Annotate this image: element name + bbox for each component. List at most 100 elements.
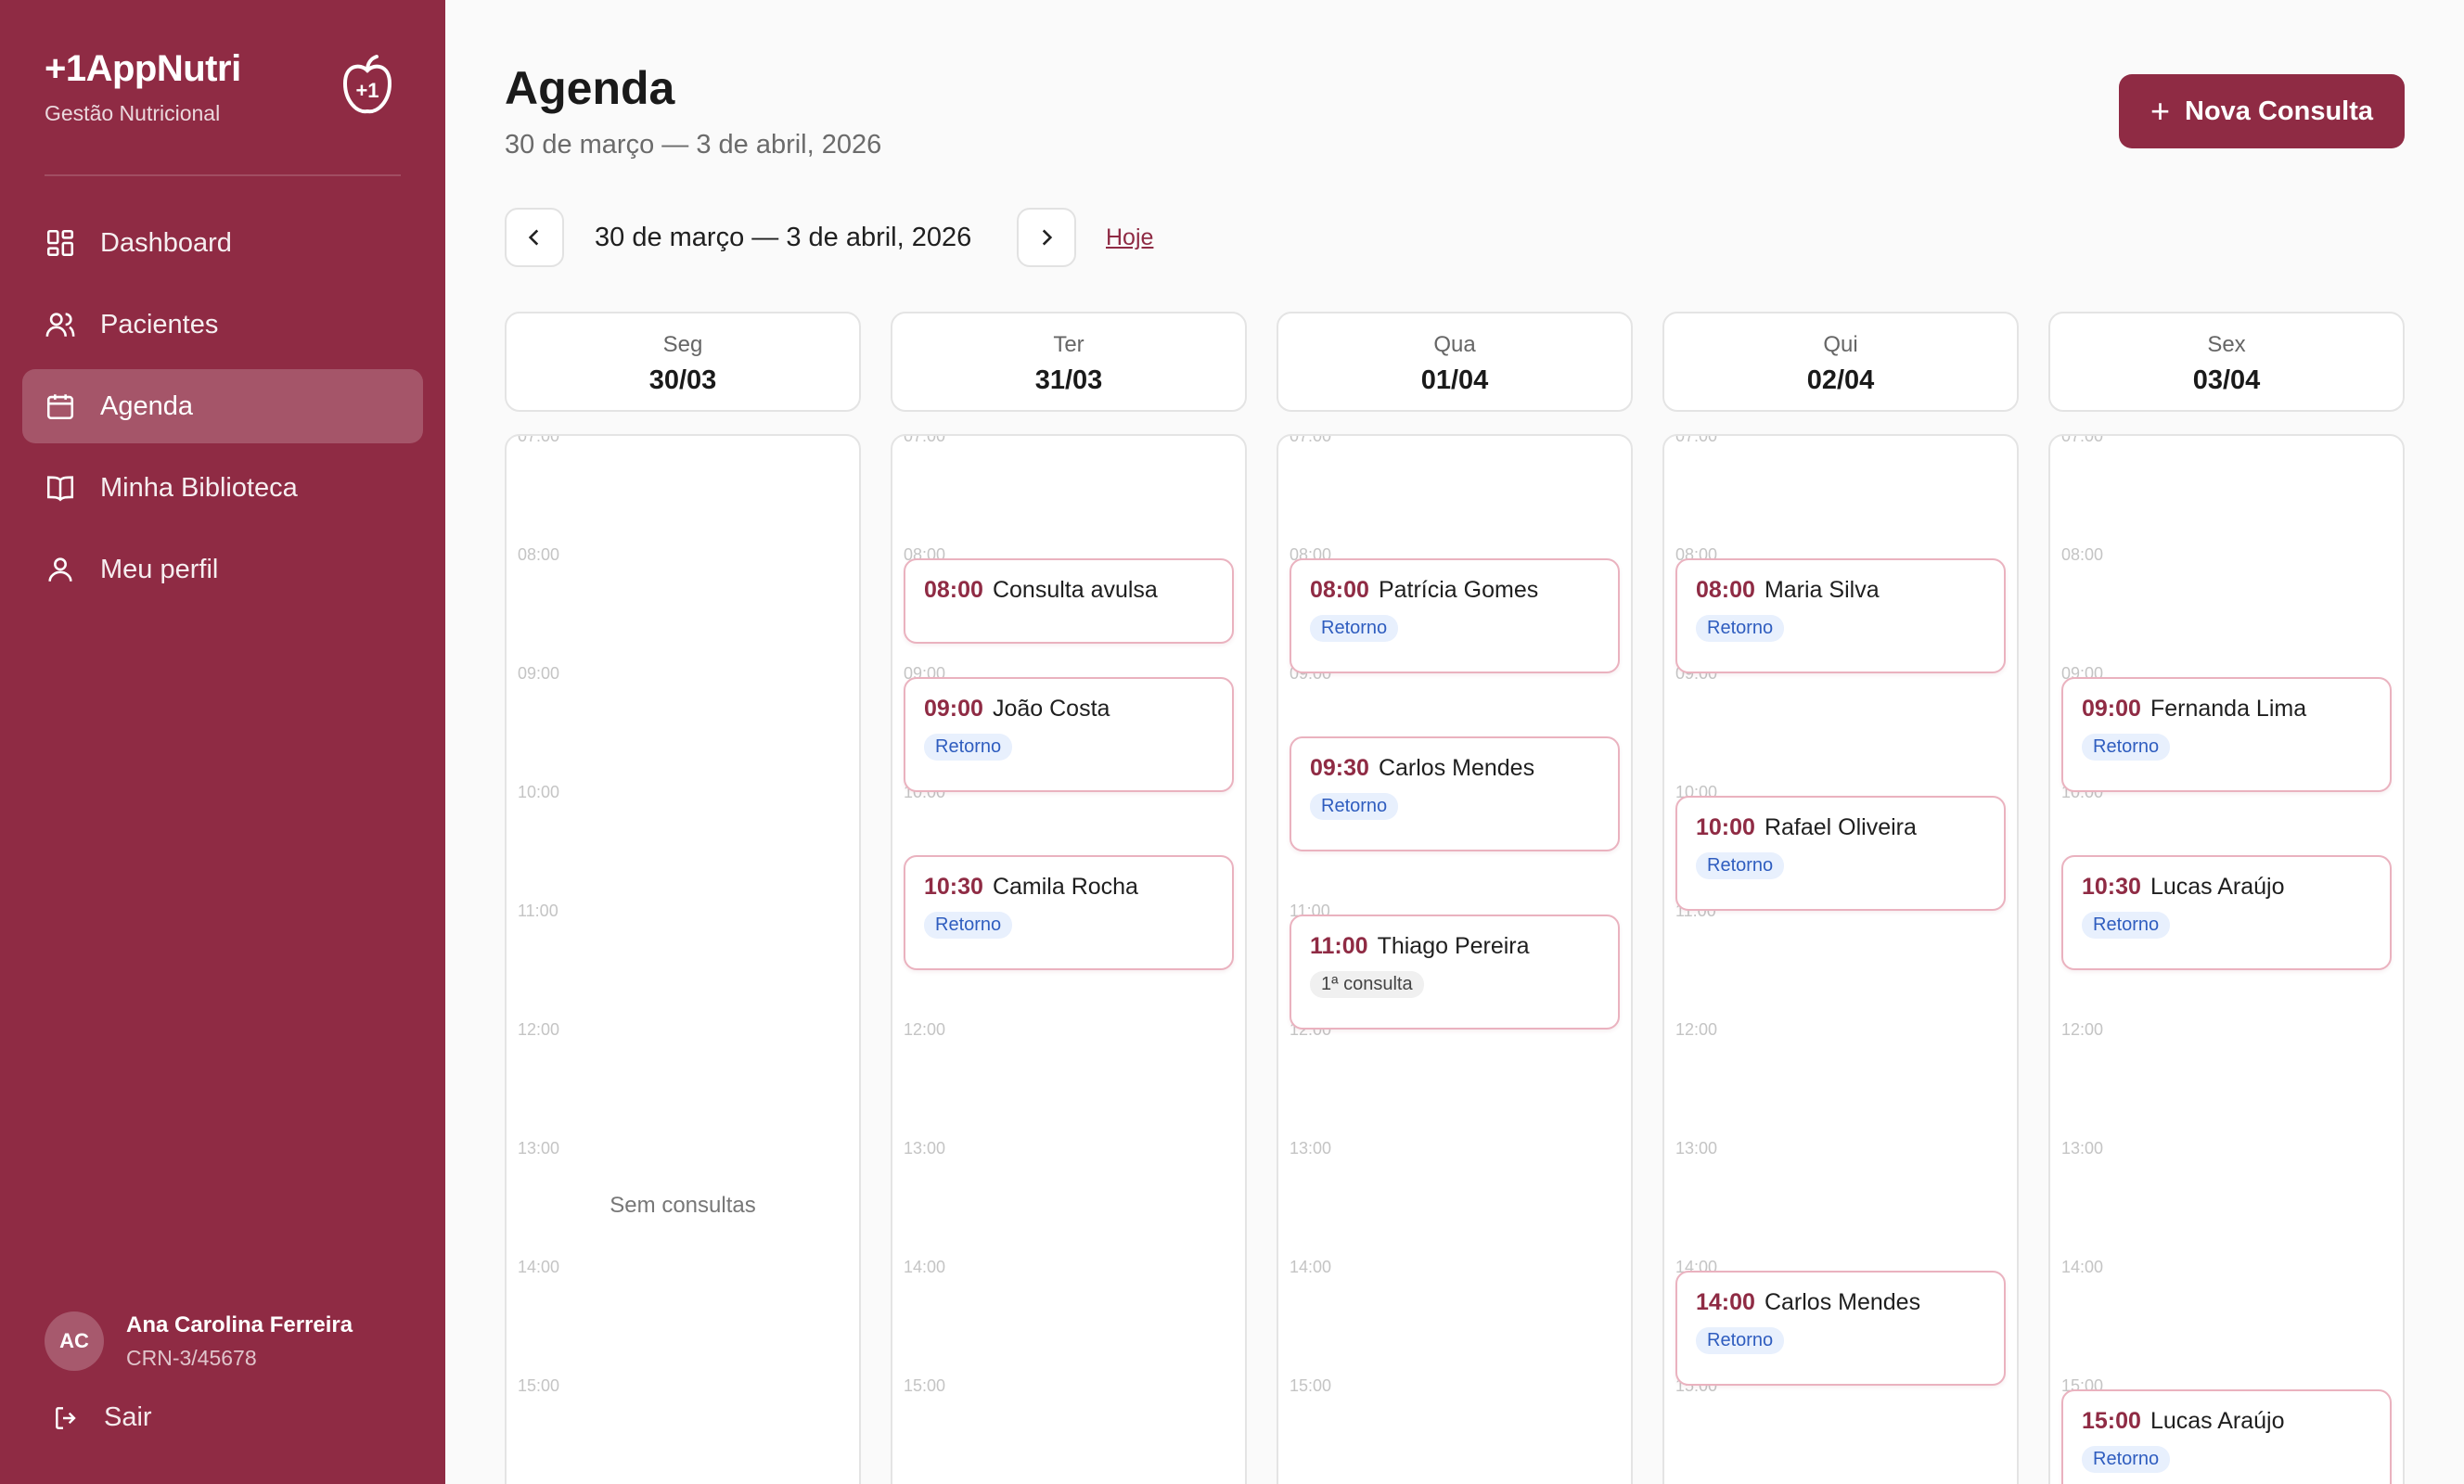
user-crn: CRN-3/45678 [126,1345,257,1370]
empty-day-message: Sem consultas [610,1193,756,1218]
appointment-time: 08:00 [1310,577,1369,603]
appointment-patient: Lucas Araújo [2150,874,2285,900]
appointment-card[interactable]: 09:00 João Costa Retorno [904,677,1234,792]
appointment-card[interactable]: 11:00 Thiago Pereira 1ª consulta [1290,915,1620,1030]
today-link[interactable]: Hoje [1106,224,1153,251]
day-column[interactable]: 07:0008:0009:0010:0011:0012:0013:0014:00… [505,434,861,1484]
user-name: Ana Carolina Ferreira [126,1311,353,1337]
appointment-patient: Patrícia Gomes [1378,577,1539,603]
appointment-patient: Maria Silva [1764,577,1880,603]
appointment-time: 10:30 [2082,874,2141,900]
sidebar-item-biblioteca[interactable]: Minha Biblioteca [22,451,423,525]
hour-label: 13:00 [518,1139,560,1158]
day-column[interactable]: 07:0008:0009:0010:0011:0012:0013:0014:00… [1277,434,1633,1484]
appointment-card[interactable]: 09:30 Carlos Mendes Retorno [1290,736,1620,851]
previous-week-button[interactable] [505,208,564,267]
sidebar-item-agenda[interactable]: Agenda [22,369,423,443]
hour-label: 07:00 [1290,434,1332,445]
chevron-left-icon [528,229,539,246]
day-date: 03/04 [2192,365,2261,395]
appointment-card[interactable]: 08:00 Maria Silva Retorno [1675,558,2006,673]
appointment-card[interactable]: 10:30 Lucas Araújo Retorno [2061,855,2392,970]
calendar-icon [45,390,76,422]
appointment-time: 10:30 [924,874,983,900]
appointment-card[interactable]: 10:30 Camila Rocha Retorno [904,855,1234,970]
hour-label: 14:00 [904,1258,946,1276]
hour-label: 12:00 [518,1020,560,1039]
appointment-patient: Camila Rocha [992,874,1138,900]
appointment-patient: Consulta avulsa [992,577,1158,603]
day-date: 01/04 [1420,365,1489,395]
hour-label: 07:00 [518,434,560,445]
appointment-time: 08:00 [1696,577,1755,603]
appointment-time: 15:00 [2082,1408,2141,1434]
appointment-time: 09:30 [1310,755,1369,781]
day-column[interactable]: 07:0008:0009:0010:0011:0012:0013:0014:00… [1662,434,2019,1484]
sidebar-item-label: Meu perfil [100,554,219,584]
appointment-type-badge: Retorno [1696,615,1785,642]
appointment-card[interactable]: 15:00 Lucas Araújo Retorno [2061,1389,2392,1484]
hour-label: 10:00 [518,783,560,801]
appointment-patient: Thiago Pereira [1377,933,1530,959]
day-header: Qui 02/04 [1662,312,2019,412]
day-name: Ter [1053,332,1084,357]
hour-label: 14:00 [1290,1258,1332,1276]
appointment-type-badge: 1ª consulta [1310,971,1424,998]
day-column[interactable]: 07:0008:0009:0010:0011:0012:0013:0014:00… [891,434,1247,1484]
appointment-patient: João Costa [992,696,1110,722]
hour-label: 14:00 [518,1258,560,1276]
hour-label: 13:00 [1290,1139,1332,1158]
appointment-type-badge: Retorno [924,734,1013,761]
sidebar-item-label: Dashboard [100,227,232,258]
user-icon [45,554,76,585]
sidebar-item-label: Pacientes [100,309,219,339]
appointment-type-badge: Retorno [1310,615,1399,642]
appointment-type-badge: Retorno [1696,1327,1785,1354]
book-icon [45,472,76,504]
brand-subtitle: Gestão Nutricional [45,101,221,125]
hour-label: 12:00 [1675,1020,1718,1039]
sidebar-item-dashboard[interactable]: Dashboard [22,206,423,280]
day-column[interactable]: 07:0008:0009:0010:0011:0012:0013:0014:00… [2048,434,2405,1484]
logout-button[interactable]: Sair [52,1402,152,1433]
chevron-right-icon [1042,229,1053,246]
appointment-time: 08:00 [924,577,983,603]
sidebar-item-pacientes[interactable]: Pacientes [22,288,423,362]
week-range: 30 de março — 3 de abril, 2026 [595,223,972,252]
brand: +1AppNutri Gestão Nutricional [45,48,241,126]
appointment-time: 10:00 [1696,814,1755,840]
avatar: AC [45,1311,104,1371]
hour-label: 12:00 [904,1020,946,1039]
hour-label: 08:00 [2061,545,2104,564]
appointment-patient: Rafael Oliveira [1764,814,1917,840]
appointment-type-badge: Retorno [2082,734,2171,761]
appointment-type-badge: Retorno [2082,912,2171,939]
apple-logo-icon: +1 [342,55,392,114]
hour-label: 15:00 [1290,1376,1332,1395]
hour-label: 07:00 [1675,434,1718,445]
appointment-card[interactable]: 08:00 Patrícia Gomes Retorno [1290,558,1620,673]
day-date: 30/03 [648,365,717,395]
logo-text: +1 [355,79,379,102]
appointment-type-badge: Retorno [2082,1446,2171,1473]
appointment-card[interactable]: 09:00 Fernanda Lima Retorno [2061,677,2392,792]
appointment-card[interactable]: 08:00 Consulta avulsa [904,558,1234,644]
hour-label: 08:00 [518,545,560,564]
appointment-card[interactable]: 10:00 Rafael Oliveira Retorno [1675,796,2006,911]
hour-label: 14:00 [2061,1258,2104,1276]
hour-label: 13:00 [1675,1139,1718,1158]
page-subtitle: 30 de março — 3 de abril, 2026 [505,130,882,160]
appointment-patient: Carlos Mendes [1378,755,1535,781]
logout-label: Sair [104,1402,152,1432]
hour-label: 15:00 [904,1376,946,1395]
day-date: 02/04 [1806,365,1875,395]
appointment-card[interactable]: 14:00 Carlos Mendes Retorno [1675,1271,2006,1386]
sidebar-divider [45,174,401,176]
hour-label: 11:00 [518,902,558,920]
sidebar-item-perfil[interactable]: Meu perfil [22,532,423,607]
appointment-patient: Carlos Mendes [1764,1289,1921,1315]
appointment-time: 09:00 [924,696,983,722]
next-week-button[interactable] [1017,208,1076,267]
appointment-time: 14:00 [1696,1289,1755,1315]
new-appointment-button[interactable]: + Nova Consulta [2119,74,2405,148]
